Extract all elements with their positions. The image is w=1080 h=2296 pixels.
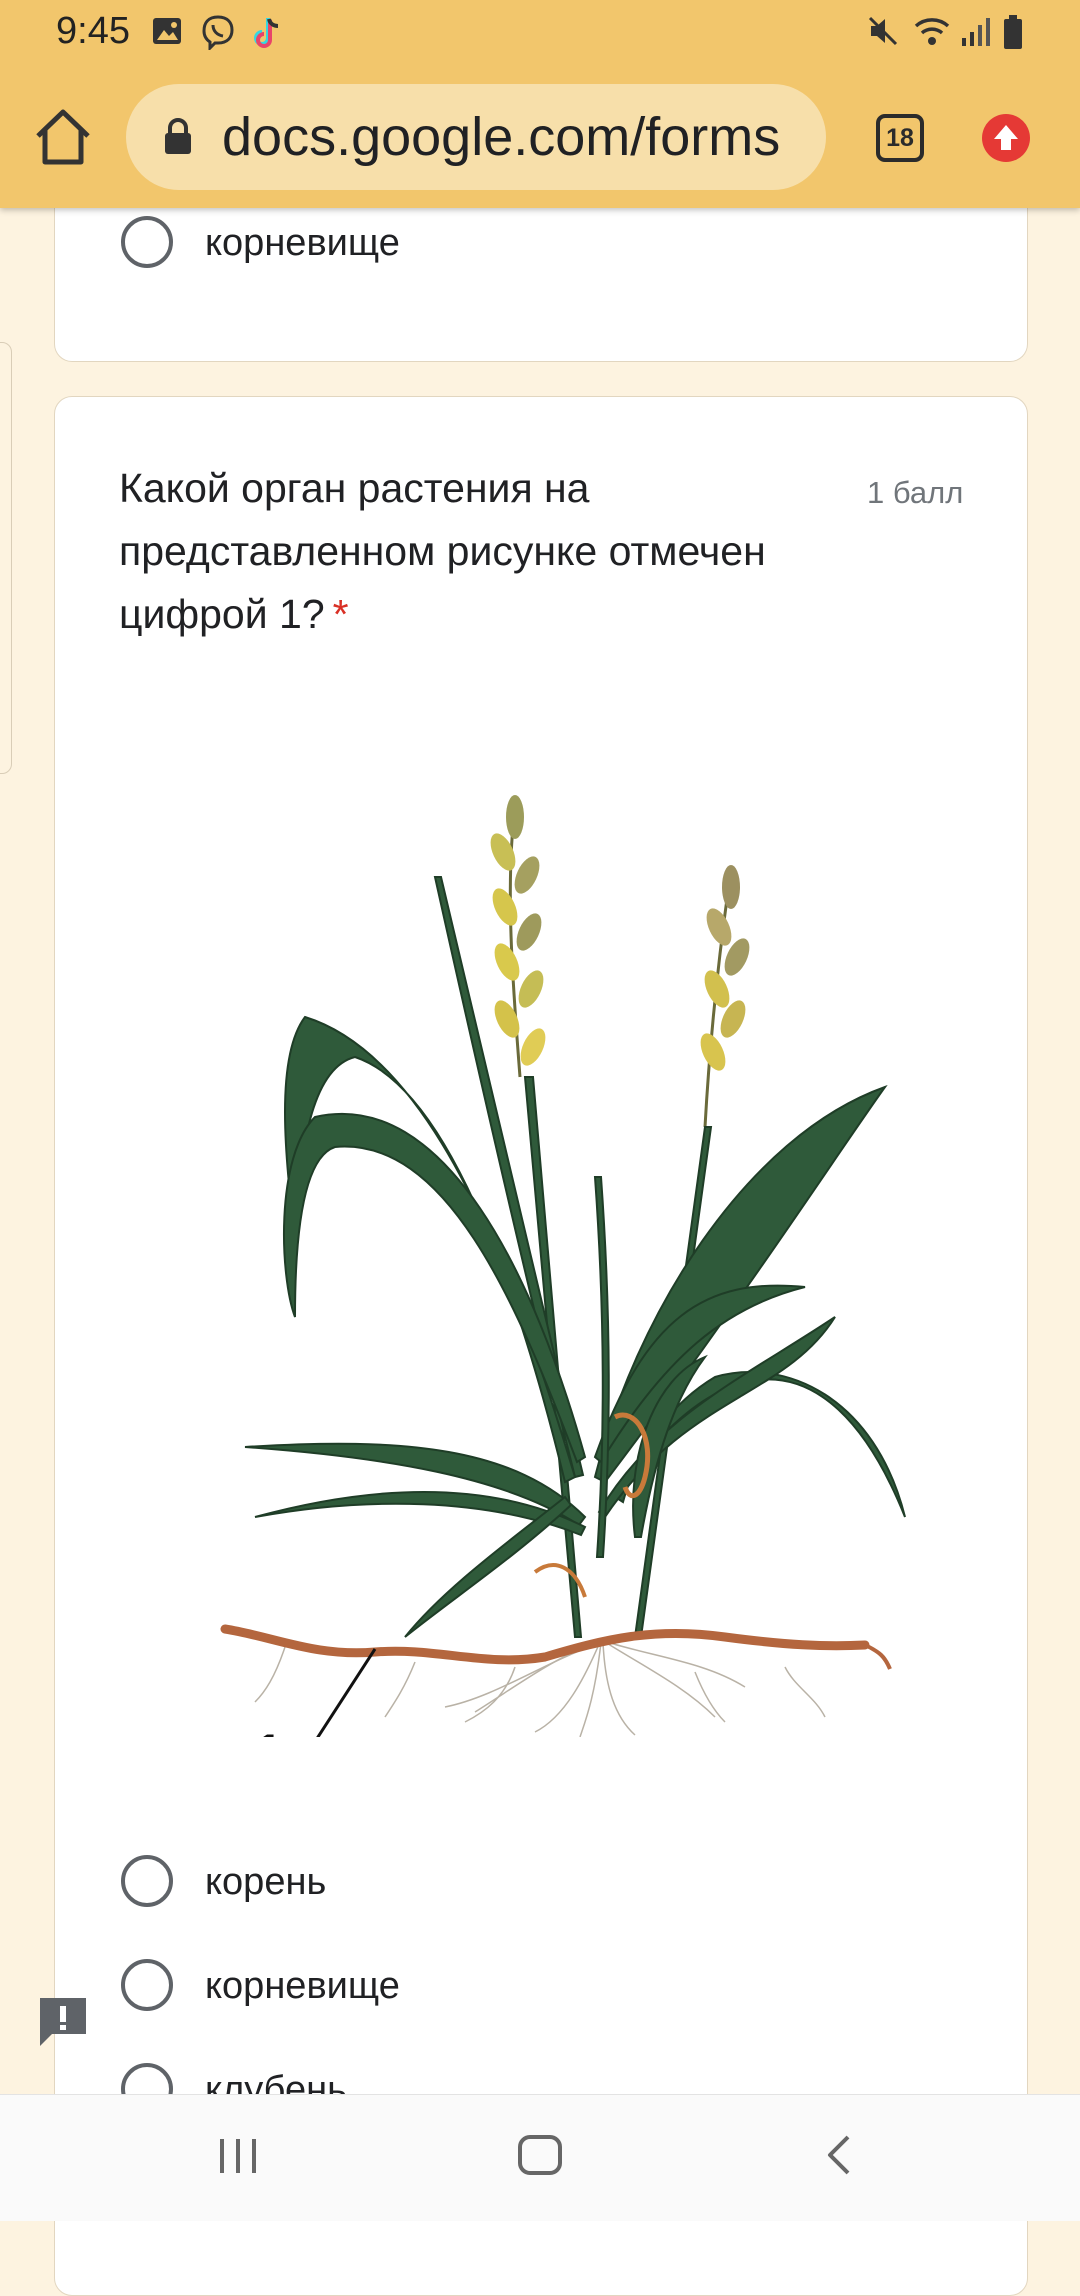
recent-apps-icon[interactable]: [214, 2125, 262, 2185]
update-button[interactable]: [982, 114, 1030, 162]
required-asterisk: *: [332, 591, 349, 637]
points-label: 1 балл: [867, 475, 964, 510]
option-label: корневище: [205, 222, 400, 264]
lock-icon: [165, 118, 191, 154]
arrow-up-icon: [994, 125, 1018, 150]
browser-top-bar: 9:45 docs.google.com/forms 18: [0, 0, 1080, 208]
home-icon[interactable]: [30, 104, 96, 170]
url-text: docs.google.com/forms: [222, 107, 781, 167]
battery-icon: [1004, 15, 1022, 49]
option-label: корневище: [205, 1965, 400, 2007]
plant-illustration: 1: [220, 795, 906, 1737]
rhizome: [220, 1624, 870, 1665]
home-nav-icon[interactable]: [514, 2125, 566, 2185]
status-time: 9:45: [56, 10, 130, 52]
tiktok-icon: [254, 18, 279, 48]
feedback-icon[interactable]: [36, 1994, 90, 2050]
leaves: [244, 876, 906, 1638]
figure-label: 1: [255, 1724, 283, 1737]
viber-icon: [202, 15, 234, 50]
address-bar[interactable]: docs.google.com/forms: [126, 84, 826, 190]
address-row: docs.google.com/forms 18: [0, 84, 1080, 190]
back-icon[interactable]: [818, 2125, 862, 2185]
gallery-icon: [153, 18, 181, 44]
option-label: корень: [205, 1861, 327, 1903]
signal-icon: [962, 18, 990, 46]
system-nav-bar: [0, 2094, 1080, 2221]
side-panel-handle[interactable]: [0, 342, 12, 774]
question-title: Какой орган растения на представленном р…: [119, 457, 859, 646]
wifi-icon: [914, 18, 950, 45]
pointer-line: [316, 1648, 377, 1737]
radio-button[interactable]: [121, 216, 173, 268]
radio-button[interactable]: [121, 1855, 173, 1907]
mute-icon: [868, 16, 898, 46]
question-text: Какой орган растения на представленном р…: [119, 465, 766, 637]
question-card: Какой орган растения на представленном р…: [54, 396, 1028, 2296]
status-bar: 9:45: [0, 0, 1080, 62]
tab-switcher-button[interactable]: 18: [876, 114, 924, 162]
radio-button[interactable]: [121, 1959, 173, 2011]
